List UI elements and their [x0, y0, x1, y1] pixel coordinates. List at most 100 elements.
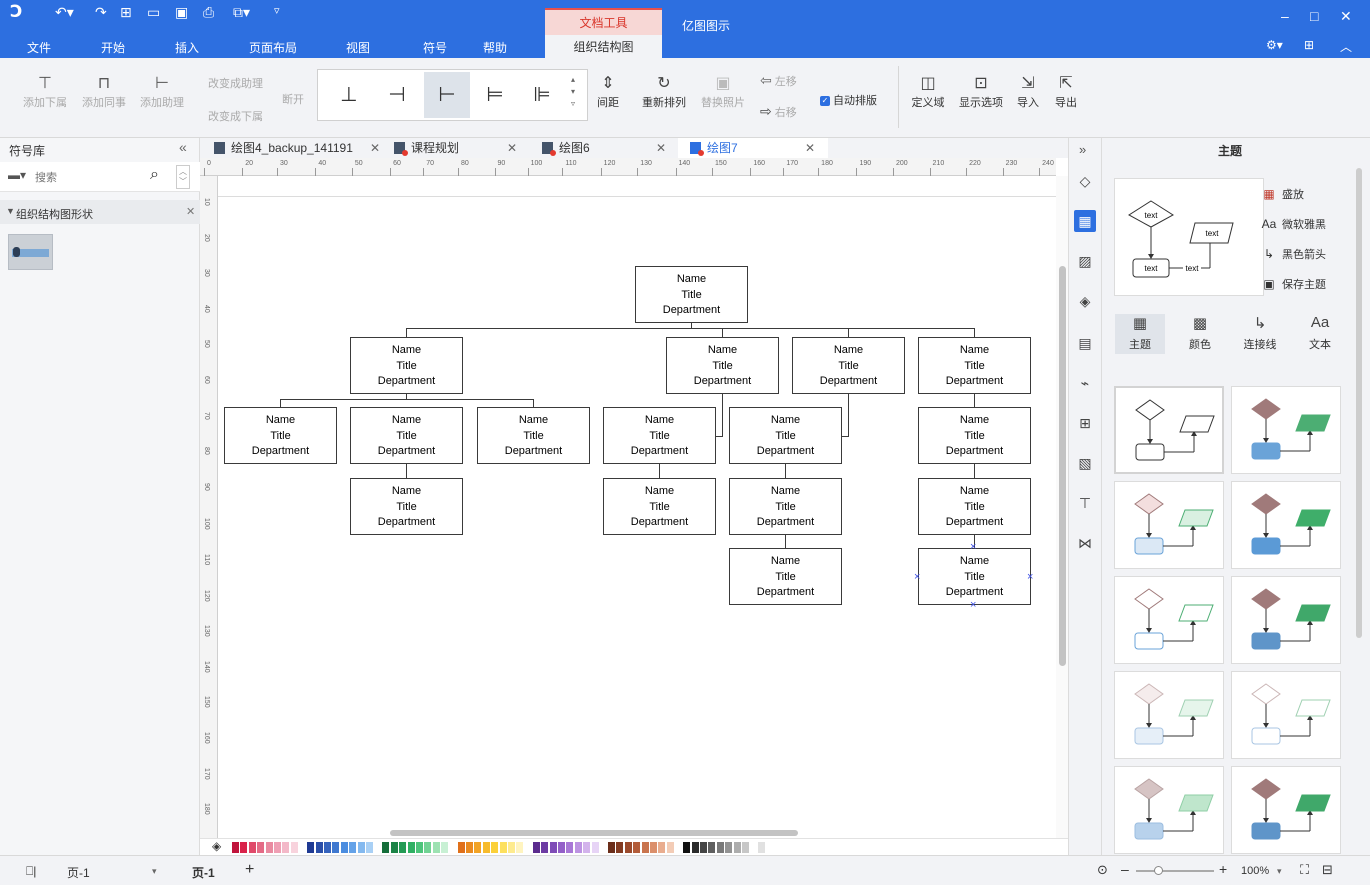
move-right-button[interactable]: ⇨ 右移 — [760, 103, 810, 120]
close-tab-icon[interactable]: ✕ — [805, 138, 815, 158]
search-scroll-icon[interactable]: ︿ ﹀ — [176, 165, 190, 189]
color-swatch[interactable] — [307, 842, 315, 853]
page-dropdown[interactable]: 页-1 — [67, 864, 90, 881]
connector-line[interactable] — [406, 328, 407, 337]
color-swatch[interactable] — [758, 842, 766, 853]
search-icon[interactable]: ⌕ — [150, 166, 159, 184]
color-swatch[interactable] — [566, 842, 574, 853]
color-swatch[interactable] — [583, 842, 591, 853]
auto-layout-checkbox[interactable]: ✓ 自动排版 — [820, 92, 890, 108]
color-swatch[interactable] — [240, 842, 248, 853]
menu-insert[interactable]: 插入 — [175, 39, 199, 56]
color-swatch[interactable] — [658, 842, 666, 853]
selection-handle-icon[interactable]: × — [1027, 572, 1033, 583]
connector-line[interactable] — [406, 463, 407, 478]
vertical-scrollbar[interactable] — [1056, 176, 1068, 838]
tab-drawing6[interactable]: 绘图6 ✕ — [542, 138, 670, 158]
color-swatch[interactable] — [549, 842, 557, 853]
color-swatch[interactable] — [633, 842, 641, 853]
color-swatch[interactable] — [432, 842, 440, 853]
close-tab-icon[interactable]: ✕ — [656, 138, 666, 158]
color-swatch[interactable] — [742, 842, 749, 853]
zoom-dropdown-arrow-icon[interactable]: ▾ — [1277, 866, 1282, 877]
org-node[interactable]: Name Title Department — [918, 478, 1031, 535]
zoom-out-icon[interactable]: – — [1121, 861, 1129, 877]
color-swatch[interactable] — [399, 842, 407, 853]
color-swatch[interactable] — [624, 842, 632, 853]
tab-course-plan[interactable]: 课程规划 ✕ — [394, 138, 520, 158]
connector-line[interactable] — [974, 463, 975, 478]
fill-bucket-icon[interactable]: ◈ — [212, 839, 221, 853]
org-node[interactable]: Name Title Department — [350, 337, 463, 394]
connector-line[interactable] — [785, 463, 786, 478]
fill-icon[interactable]: ◇ — [1074, 170, 1096, 192]
connector-line[interactable] — [406, 328, 975, 329]
color-swatch[interactable] — [257, 842, 265, 853]
selection-handle-icon[interactable]: × — [914, 572, 920, 583]
theme-option[interactable] — [1231, 766, 1341, 854]
color-swatch[interactable] — [491, 842, 499, 853]
close-tab-icon[interactable]: ✕ — [507, 138, 517, 158]
color-swatch[interactable] — [332, 842, 340, 853]
library-search-input[interactable] — [35, 169, 135, 187]
theme-option[interactable] — [1114, 766, 1224, 854]
theme-tab-color[interactable]: ▩ 颜色 — [1175, 314, 1225, 352]
maximize-icon[interactable]: □ — [1310, 8, 1318, 24]
zoom-in-icon[interactable]: + — [1219, 861, 1227, 877]
close-tab-icon[interactable]: ✕ — [370, 138, 380, 158]
color-swatch[interactable] — [232, 842, 239, 853]
import-button[interactable]: ⇲ 导入 — [1014, 74, 1042, 110]
selection-handle-icon[interactable]: × — [970, 600, 976, 611]
color-swatch[interactable] — [708, 842, 716, 853]
chart-icon[interactable]: ⌁ — [1074, 372, 1096, 394]
add-page-button[interactable]: + — [245, 861, 254, 879]
color-swatch[interactable] — [248, 842, 256, 853]
page-tab[interactable]: 页-1 — [192, 864, 215, 881]
open-folder-icon[interactable]: ▭ — [147, 4, 160, 21]
connector-line[interactable] — [533, 399, 534, 407]
theme-prop-color-scheme[interactable]: ▦ 盛放 — [1260, 186, 1304, 202]
org-node[interactable]: Name Title Department — [792, 337, 905, 394]
library-menu-icon[interactable]: ▬▾ — [8, 168, 26, 182]
color-swatch[interactable] — [274, 842, 281, 853]
layout-left-hanging-icon[interactable]: ⊣ — [374, 72, 420, 118]
org-chart-shape-thumbnail[interactable] — [8, 234, 53, 270]
rearrange-button[interactable]: ↻ 重新排列 — [639, 74, 689, 110]
theme-tab-connector[interactable]: ↳ 连接线 — [1235, 314, 1285, 352]
org-node-root[interactable]: Name Title Department — [635, 266, 748, 323]
connector-line[interactable] — [974, 328, 975, 337]
connector-line[interactable] — [716, 436, 723, 437]
color-swatch[interactable] — [650, 842, 657, 853]
org-node-selected[interactable]: Name Title Department — [918, 548, 1031, 605]
menu-help[interactable]: 帮助 — [483, 39, 507, 56]
minimize-icon[interactable]: – — [1281, 8, 1289, 24]
color-swatch[interactable] — [340, 842, 348, 853]
theme-prop-font[interactable]: Aa 微软雅黑 — [1260, 216, 1326, 232]
color-swatch[interactable] — [441, 842, 449, 853]
drawing-canvas[interactable]: Name Title Department Name Title Department Na… — [218, 176, 1056, 838]
org-node[interactable]: Name Title Department — [224, 407, 337, 464]
fullscreen-icon[interactable]: ⛶ — [1300, 862, 1309, 878]
color-swatch[interactable] — [716, 842, 724, 853]
color-swatch[interactable] — [466, 842, 473, 853]
theme-option[interactable] — [1114, 671, 1224, 759]
vertical-scroll-thumb[interactable] — [1059, 266, 1066, 666]
color-swatch[interactable] — [499, 842, 507, 853]
org-node[interactable]: Name Title Department — [918, 337, 1031, 394]
change-to-subordinate-button[interactable]: 改变成下属 — [208, 108, 268, 124]
theme-option[interactable] — [1231, 671, 1341, 759]
color-swatch[interactable] — [532, 842, 540, 853]
export-quick-icon[interactable]: ⧉▾ — [233, 4, 250, 21]
theme-option[interactable] — [1114, 386, 1224, 474]
add-subordinate-button[interactable]: ⊤ 添加下属 — [20, 74, 70, 110]
org-node[interactable]: Name Title Department — [729, 478, 842, 535]
color-swatch[interactable] — [349, 842, 357, 853]
color-swatch[interactable] — [574, 842, 582, 853]
menu-file[interactable]: 文件 — [27, 39, 51, 56]
color-swatch[interactable] — [315, 842, 323, 853]
page-icon[interactable]: ▤ — [1074, 332, 1096, 354]
save-icon[interactable]: ▣ — [175, 4, 188, 21]
color-swatch[interactable] — [290, 842, 298, 853]
redo-icon[interactable]: ↷ — [95, 4, 107, 21]
horizontal-scrollbar[interactable] — [218, 828, 1056, 838]
